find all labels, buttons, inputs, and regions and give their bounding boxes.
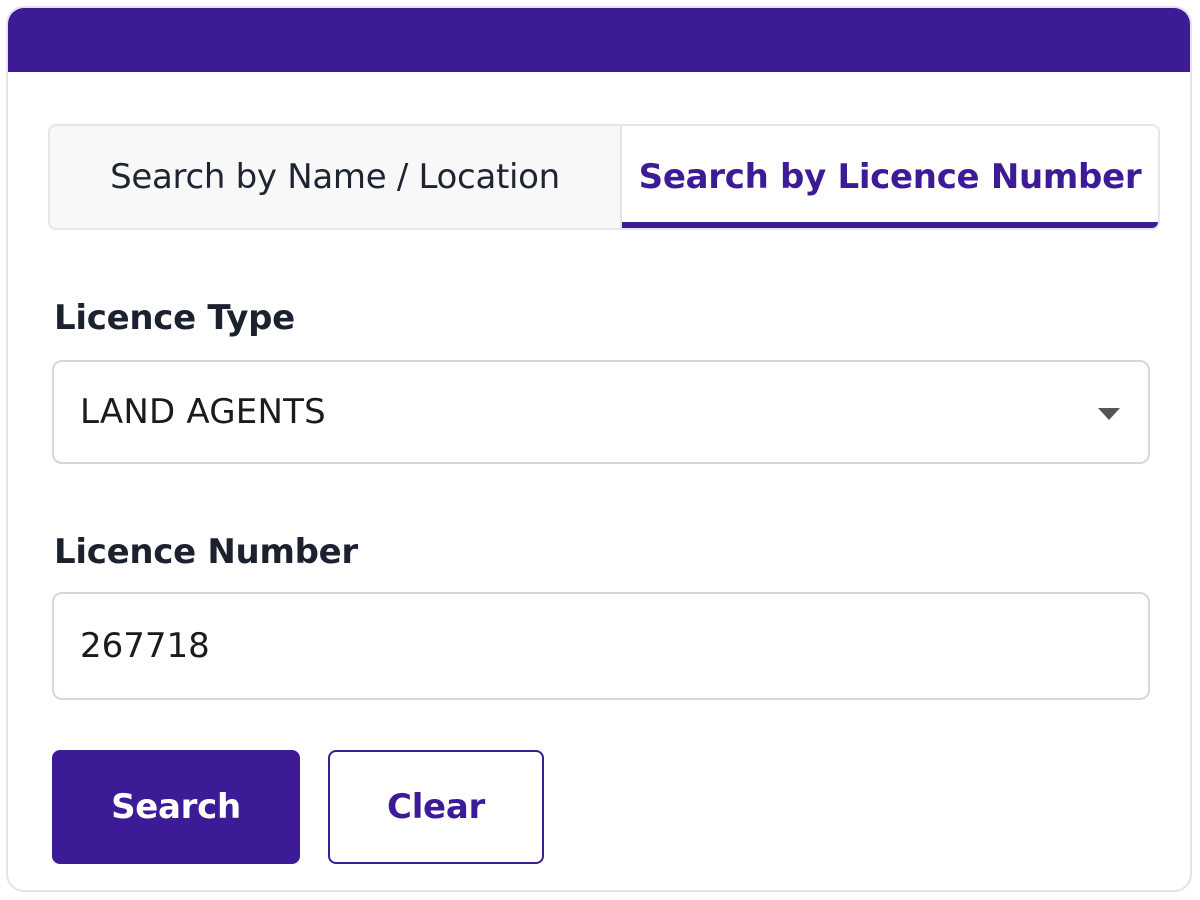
tab-label: Search by Name / Location — [110, 157, 560, 197]
search-tabs: Search by Name / Location Search by Lice… — [48, 124, 1160, 230]
tab-label: Search by Licence Number — [638, 157, 1142, 197]
licence-type-select[interactable]: LAND AGENTS — [52, 360, 1150, 464]
active-tab-indicator — [622, 222, 1158, 228]
clear-button[interactable]: Clear — [328, 750, 544, 864]
licence-number-label: Licence Number — [54, 532, 358, 572]
licence-type-label: Licence Type — [54, 298, 295, 338]
licence-type-selected-value: LAND AGENTS — [80, 392, 326, 432]
licence-number-input[interactable] — [52, 592, 1150, 700]
tab-search-by-licence-number[interactable]: Search by Licence Number — [622, 126, 1158, 228]
card-header-bar — [8, 8, 1190, 72]
licence-search-card: Search by Name / Location Search by Lice… — [6, 6, 1192, 892]
search-button[interactable]: Search — [52, 750, 300, 864]
tab-search-by-name-location[interactable]: Search by Name / Location — [50, 126, 622, 228]
chevron-down-icon — [1098, 408, 1120, 420]
